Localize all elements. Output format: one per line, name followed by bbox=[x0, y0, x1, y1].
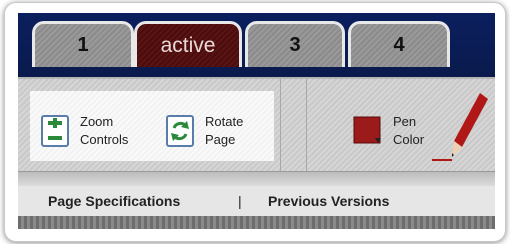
tab-label: 1 bbox=[77, 34, 89, 56]
pen-color-button[interactable]: Pen Color bbox=[353, 113, 424, 149]
page-specifications-link[interactable]: Page Specifications bbox=[48, 193, 180, 209]
color-swatch-icon bbox=[353, 116, 381, 144]
toolbar: Zoom Controls Rotate Page Pen Color bbox=[18, 77, 495, 173]
tab-active[interactable]: active bbox=[134, 21, 242, 67]
subbar-shading bbox=[18, 172, 495, 186]
tab-label: active bbox=[160, 33, 216, 57]
pen-icon bbox=[432, 93, 488, 161]
tab-4[interactable]: 4 bbox=[348, 21, 450, 67]
pen-color-label: Pen Color bbox=[393, 114, 425, 147]
tab-1[interactable]: 1 bbox=[32, 21, 134, 67]
subbar-bottom-band bbox=[18, 216, 495, 229]
rotate-arrows-icon bbox=[166, 115, 194, 147]
rotate-page-button[interactable]: Rotate Page bbox=[165, 113, 243, 149]
sub-navigation: Page Specifications | Previous Versions bbox=[18, 171, 495, 229]
app-window: 1 active 3 4 Zoom Controls Rotate Page P… bbox=[4, 2, 506, 242]
toolbar-divider bbox=[306, 79, 307, 173]
app-content: 1 active 3 4 Zoom Controls Rotate Page P… bbox=[18, 13, 495, 229]
tab-3[interactable]: 3 bbox=[245, 21, 345, 67]
zoom-controls-button[interactable]: Zoom Controls bbox=[40, 113, 128, 149]
toolbar-divider bbox=[280, 79, 281, 173]
zoom-plus-minus-icon bbox=[41, 115, 69, 147]
link-divider: | bbox=[238, 193, 242, 209]
zoom-controls-label: Zoom Controls bbox=[80, 114, 129, 147]
tab-label: 4 bbox=[393, 34, 405, 56]
tab-strip: 1 active 3 4 bbox=[18, 13, 495, 79]
previous-versions-link[interactable]: Previous Versions bbox=[268, 193, 389, 209]
rotate-page-label: Rotate Page bbox=[205, 114, 244, 147]
tab-label: 3 bbox=[289, 34, 301, 56]
